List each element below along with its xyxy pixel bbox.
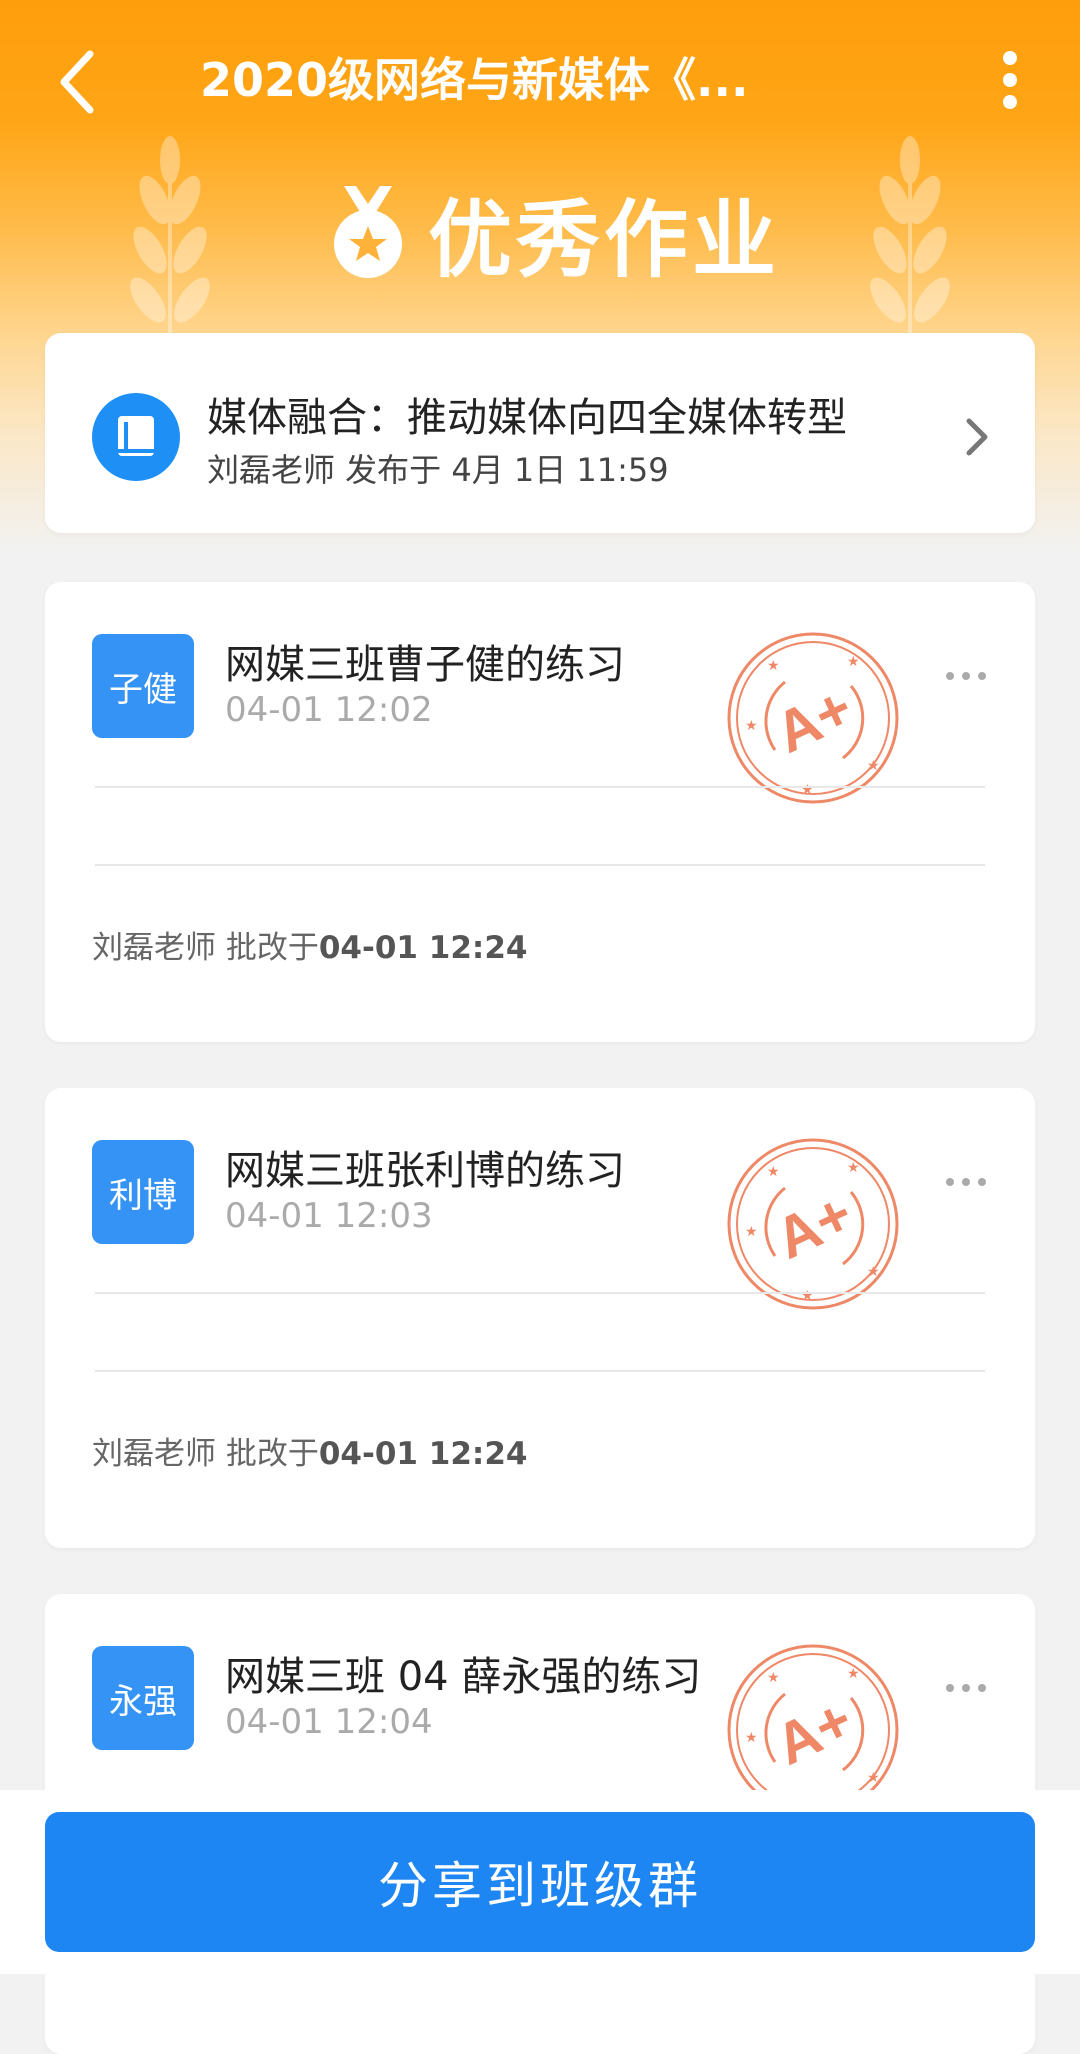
chevron-left-icon: [60, 50, 94, 114]
more-options-button[interactable]: [980, 42, 1040, 122]
divider: [95, 1292, 985, 1294]
assignment-title: 媒体融合：推动媒体向四全媒体转型: [207, 395, 847, 441]
avatar: 永强: [92, 1646, 194, 1750]
svg-text:★: ★: [847, 1160, 860, 1176]
avatar: 利博: [92, 1140, 194, 1244]
svg-text:★: ★: [745, 1730, 758, 1746]
more-dots-icon[interactable]: [945, 1678, 987, 1698]
medal-icon: [334, 186, 402, 278]
svg-text:★: ★: [867, 1770, 880, 1786]
graded-by: 刘磊老师 批改于: [92, 1436, 319, 1472]
svg-text:★: ★: [767, 1670, 780, 1686]
submission-card[interactable]: 子健 网媒三班曹子健的练习 04-01 12:02 A+ ★ ★ ★ ★ ★ 刘…: [45, 582, 1035, 1042]
wheat-right-decoration-icon: [870, 136, 950, 350]
graded-info: 刘磊老师 批改于04-01 12:24: [92, 1428, 527, 1473]
divider: [95, 864, 985, 866]
more-dots-icon[interactable]: [945, 1172, 987, 1192]
svg-text:★: ★: [767, 658, 780, 674]
wheat-left-decoration-icon: [130, 136, 210, 350]
svg-text:★: ★: [847, 1666, 860, 1682]
excellent-homework-banner: 优秀作业: [330, 178, 780, 289]
submission-time: 04-01 12:02: [225, 690, 433, 730]
submission-title: 网媒三班曹子健的练习: [225, 642, 625, 688]
avatar: 子健: [92, 634, 194, 738]
graded-info: 刘磊老师 批改于04-01 12:24: [92, 922, 527, 967]
svg-text:★: ★: [847, 654, 860, 670]
submission-time: 04-01 12:04: [225, 1702, 433, 1742]
footer-bar: 分享到班级群: [0, 1790, 1080, 1974]
submission-time: 04-01 12:03: [225, 1196, 433, 1236]
submission-card[interactable]: 利博 网媒三班张利博的练习 04-01 12:03 A+ ★ ★ ★ ★ ★ 刘…: [45, 1088, 1035, 1548]
top-navigation-bar: 2020级网络与新媒体《...: [0, 0, 1080, 156]
submission-title: 网媒三班张利博的练习: [225, 1148, 625, 1194]
grade-stamp-a-plus-icon: A+ ★ ★ ★ ★ ★: [727, 632, 899, 804]
share-to-class-group-button[interactable]: 分享到班级群: [45, 1812, 1035, 1952]
book-icon: [92, 393, 180, 481]
grade-stamp-a-plus-icon: A+ ★ ★ ★ ★ ★: [727, 1138, 899, 1310]
svg-text:★: ★: [867, 758, 880, 774]
graded-time: 04-01 12:24: [318, 1436, 528, 1472]
more-dots-icon[interactable]: [945, 666, 987, 686]
svg-text:★: ★: [745, 718, 758, 734]
banner-title: 优秀作业: [428, 190, 781, 289]
assignment-card[interactable]: 媒体融合：推动媒体向四全媒体转型 刘磊老师 发布于 4月 1日 11:59: [45, 333, 1035, 533]
divider: [95, 1370, 985, 1372]
svg-text:★: ★: [867, 1264, 880, 1280]
chevron-right-icon: [966, 418, 988, 456]
svg-text:★: ★: [801, 1288, 814, 1304]
svg-text:★: ★: [801, 782, 814, 798]
vertical-dots-icon: [1003, 51, 1017, 109]
graded-by: 刘磊老师 批改于: [92, 930, 319, 966]
submission-title: 网媒三班 04 薛永强的练习: [225, 1654, 702, 1700]
svg-text:★: ★: [767, 1164, 780, 1180]
graded-time: 04-01 12:24: [318, 930, 528, 966]
svg-text:★: ★: [745, 1224, 758, 1240]
back-button[interactable]: [50, 42, 130, 122]
assignment-meta: 刘磊老师 发布于 4月 1日 11:59: [207, 451, 669, 489]
divider: [95, 786, 985, 788]
page-title: 2020级网络与新媒体《...: [200, 53, 749, 107]
